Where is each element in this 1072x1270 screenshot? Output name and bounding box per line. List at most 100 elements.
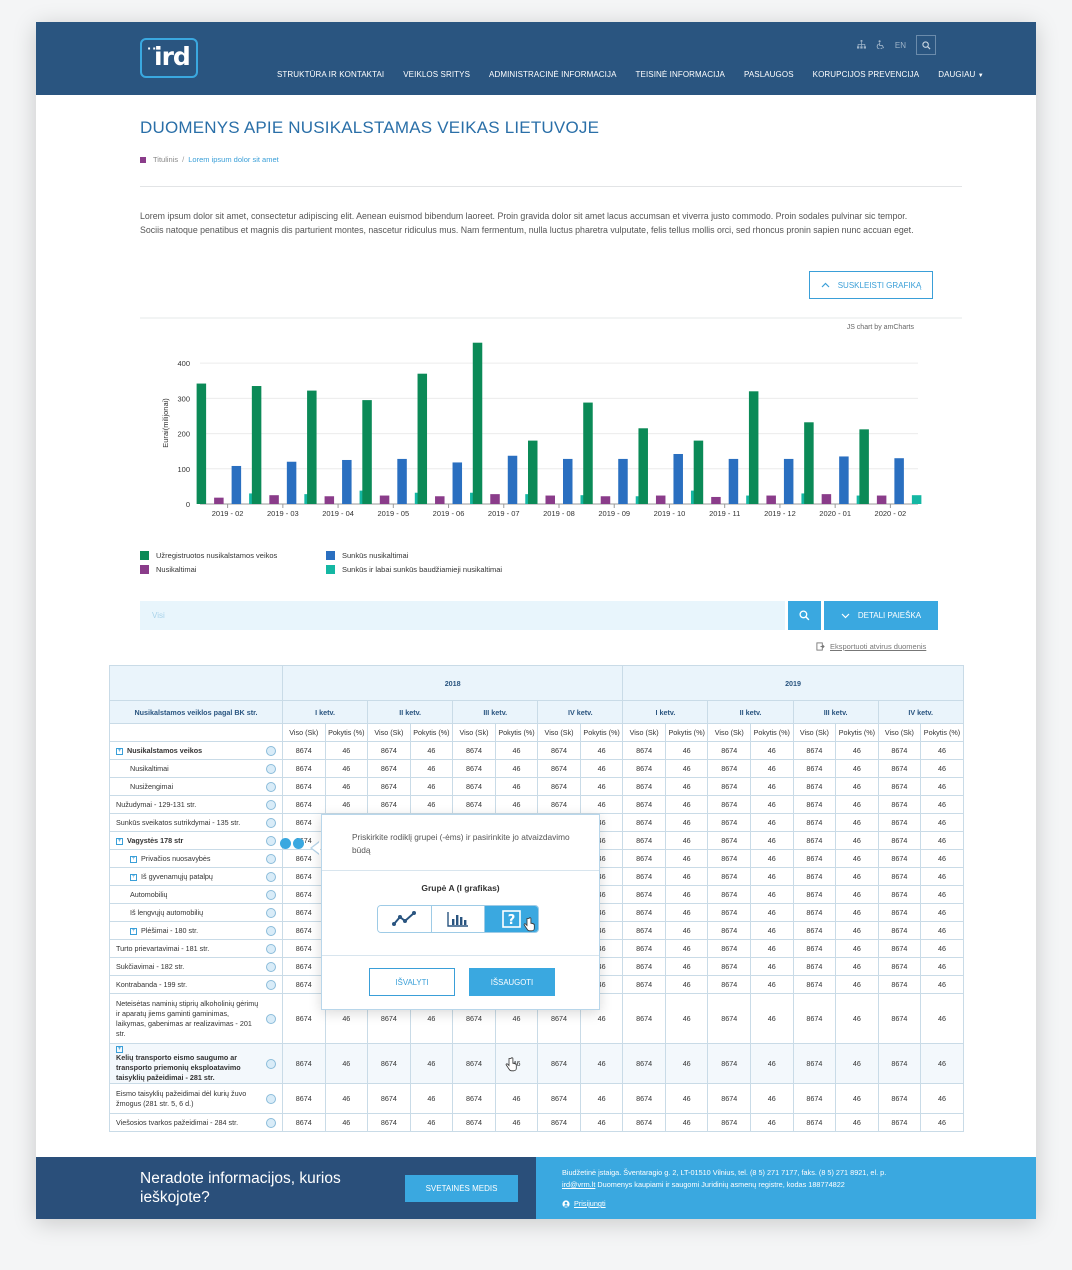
nav-activities[interactable]: VEIKLOS SRITYS <box>403 70 470 79</box>
svg-text:?: ? <box>507 913 515 928</box>
count-cell: 8674 <box>707 777 752 796</box>
search-input[interactable] <box>140 601 785 630</box>
add-to-chart-icon[interactable] <box>266 745 276 756</box>
row-label: Vagystės 178 str <box>127 836 184 845</box>
line-chart-option[interactable] <box>378 906 432 932</box>
export-label: Eksportuoti atvirus duomenis <box>830 642 927 651</box>
legend-item-very-serious[interactable]: Sunkūs ir labai sunkūs baudžiamieji nusi… <box>326 565 502 574</box>
count-cell: 8674 <box>792 1113 837 1132</box>
bar-chart-option[interactable] <box>431 906 486 932</box>
expand-icon[interactable]: + <box>130 855 137 863</box>
sitemap-button[interactable]: SVETAINĖS MEDIS <box>405 1175 518 1202</box>
count-cell: 8674 <box>367 759 411 778</box>
count-column-header: Viso (Sk) <box>792 723 837 742</box>
count-column-header: Viso (Sk) <box>877 723 922 742</box>
expand-icon[interactable]: + <box>130 873 137 881</box>
count-cell: 8674 <box>792 867 837 886</box>
count-cell: 8674 <box>282 759 326 778</box>
expand-icon[interactable]: + <box>116 747 123 755</box>
login-link[interactable]: Prisijungti <box>562 1199 606 1208</box>
breadcrumb-home[interactable]: Titulinis <box>153 155 178 164</box>
table-row[interactable]: Nusikaltimai 8674 46 8674 46 8674 46 8674 46 8674… <box>109 759 964 778</box>
add-to-chart-icon[interactable] <box>266 961 276 972</box>
export-link[interactable]: Eksportuoti atvirus duomenis <box>816 642 926 651</box>
add-to-chart-icon[interactable] <box>266 1058 276 1069</box>
add-to-chart-icon[interactable] <box>266 799 276 810</box>
search-button[interactable] <box>788 601 821 630</box>
header-search-button[interactable] <box>916 35 936 55</box>
change-cell: 46 <box>494 759 539 778</box>
language-switch[interactable]: EN <box>895 41 906 50</box>
nav-corruption[interactable]: KORUPCIJOS PREVENCIJA <box>813 70 920 79</box>
add-to-chart-icon[interactable] <box>266 889 276 900</box>
change-cell: 46 <box>920 885 964 904</box>
year-header: 2019 <box>622 665 964 701</box>
change-cell: 46 <box>920 921 964 940</box>
nav-legal[interactable]: TEISINĖ INFORMACIJA <box>636 70 725 79</box>
expand-icon[interactable]: + <box>116 837 123 845</box>
legend-item-serious[interactable]: Sunkūs nusikaltimai <box>326 551 408 560</box>
y-tick-label: 100 <box>177 465 190 474</box>
add-to-chart-icon[interactable] <box>266 1013 276 1024</box>
expand-icon[interactable]: + <box>116 1045 123 1053</box>
change-cell: 46 <box>835 993 879 1044</box>
expand-icon[interactable]: + <box>130 927 137 935</box>
assign-icon[interactable] <box>293 838 304 849</box>
bar <box>766 495 776 504</box>
table-row[interactable]: + Nusikalstamos veikos 8674 46 8674 46 8674 46 8… <box>109 741 964 760</box>
site-logo[interactable]: ·· ird <box>140 38 198 78</box>
row-label: Privačios nuosavybės <box>141 854 211 863</box>
site-header: ·· ird EN STRUKTŪRA IR KONTAKTAI VEIKLOS… <box>36 22 1036 95</box>
add-to-chart-icon[interactable] <box>266 763 276 774</box>
footer-left: Neradote informacijos, kurios ieškojote?… <box>36 1157 536 1219</box>
change-cell: 46 <box>409 795 454 814</box>
email-link[interactable]: ird@vrm.lt <box>562 1180 595 1189</box>
add-to-chart-icon[interactable] <box>266 835 276 846</box>
accessibility-icon[interactable] <box>876 39 885 51</box>
bar <box>417 373 428 504</box>
add-to-chart-icon[interactable] <box>266 781 276 792</box>
add-to-chart-icon[interactable] <box>266 979 276 990</box>
add-to-chart-icon[interactable] <box>266 871 276 882</box>
detail-search-button[interactable]: DETALI PAIEŠKA <box>824 601 938 630</box>
count-column-header: Viso (Sk) <box>282 723 326 742</box>
search-icon <box>799 610 810 621</box>
count-cell: 8674 <box>537 1043 581 1084</box>
legend-item-registered[interactable]: Užregistruotos nusikalstamos veikos <box>140 551 277 560</box>
assign-icon[interactable] <box>280 838 291 849</box>
add-to-chart-icon[interactable] <box>266 1117 276 1128</box>
add-to-chart-icon[interactable] <box>266 907 276 918</box>
clear-button[interactable]: IŠVALYTI <box>369 968 455 996</box>
bar <box>821 494 832 504</box>
nav-services[interactable]: PASLAUGOS <box>744 70 794 79</box>
nav-administrative[interactable]: ADMINISTRACINĖ INFORMACIJA <box>489 70 617 79</box>
sitemap-icon[interactable] <box>856 39 866 51</box>
collapse-chart-button[interactable]: SUSKLEISTI GRAFIKĄ <box>809 271 933 299</box>
row-label: Kontrabanda - 199 str. <box>116 980 188 989</box>
bar <box>783 458 794 504</box>
hand-cursor-icon <box>523 917 535 932</box>
add-to-chart-icon[interactable] <box>266 853 276 864</box>
nav-structure[interactable]: STRUKTŪRA IR KONTAKTAI <box>277 70 384 79</box>
table-row[interactable]: + Kelių transporto eismo saugumo ar trans… <box>109 1043 964 1084</box>
table-row[interactable]: Eismo taisyklių pažeidimai dėl kurių žuv… <box>109 1083 964 1114</box>
table-row[interactable]: Viešosios tvarkos pažeidimai - 284 str. 8… <box>109 1113 964 1132</box>
save-button[interactable]: IŠSAUGOTI <box>469 968 555 996</box>
change-cell: 46 <box>835 975 879 994</box>
table-row[interactable]: Nusižengimai 8674 46 8674 46 8674 46 8674 46 8674… <box>109 777 964 796</box>
add-to-chart-icon[interactable] <box>266 943 276 954</box>
add-to-chart-icon[interactable] <box>266 1093 276 1104</box>
count-cell: 8674 <box>707 813 752 832</box>
add-to-chart-icon[interactable] <box>266 817 276 828</box>
count-cell: 8674 <box>622 849 666 868</box>
count-cell: 8674 <box>282 921 326 940</box>
table-row[interactable]: Nužudymai - 129-131 str. 8674 46 8674 46 8674… <box>109 795 964 814</box>
legend-item-crimes[interactable]: Nusikaltimai <box>140 565 196 574</box>
row-label: Sunkūs sveikatos sutrikdymai - 135 str. <box>116 818 241 827</box>
nav-more[interactable]: DAUGIAU ▼ <box>938 70 984 79</box>
x-tick-label: 2019 - 02 <box>212 509 244 518</box>
change-cell: 46 <box>750 813 794 832</box>
add-to-chart-icon[interactable] <box>266 925 276 936</box>
row-label-cell: + Vagystės 178 str <box>109 831 283 850</box>
row-label: Turto prievartavimai - 181 str. <box>116 944 210 953</box>
